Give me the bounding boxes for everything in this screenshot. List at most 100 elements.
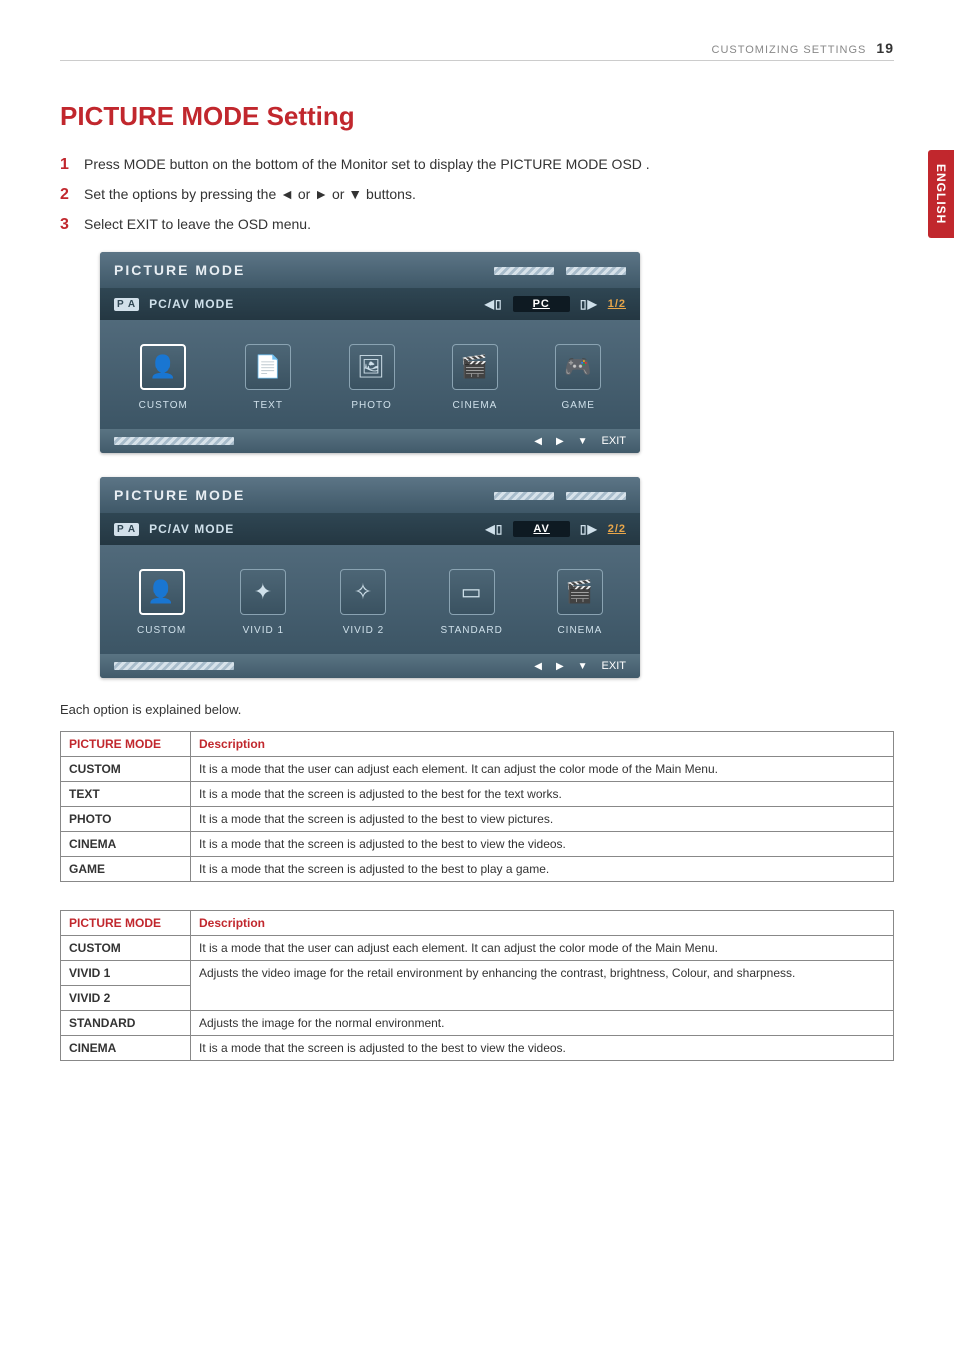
page-number: 19: [876, 40, 894, 56]
vivid2-icon: ✧: [340, 569, 386, 615]
osd-panel-pc: PICTURE MODE P A PC/AV MODE ◀▯ PC ▯▶ 1/2…: [100, 252, 640, 453]
osd-footer: ◀ ▶ ▼ EXIT: [100, 654, 640, 678]
standard-icon: ▭: [449, 569, 495, 615]
row-label: PC/AV MODE: [149, 522, 234, 536]
mode-value: AV: [513, 521, 569, 537]
desc-cell: It is a mode that the screen is adjusted…: [191, 782, 894, 807]
col-desc: Description: [191, 732, 894, 757]
mode-cell: VIVID 1: [61, 961, 191, 986]
arrow-right-icon[interactable]: ▯▶: [580, 522, 598, 536]
tile-label: VIVID 1: [243, 625, 284, 636]
game-icon: 🎮: [555, 344, 601, 390]
custom-icon: 👤: [139, 569, 185, 615]
table-row: STANDARDAdjusts the image for the normal…: [61, 1011, 894, 1036]
hatch-decor: [494, 492, 554, 500]
table-row: CINEMAIt is a mode that the screen is ad…: [61, 832, 894, 857]
tile-label: VIVID 2: [343, 625, 384, 636]
osd-selector-row: P A PC/AV MODE ◀▯ AV ▯▶ 2/2: [100, 513, 640, 545]
row-label: PC/AV MODE: [149, 297, 234, 311]
header-rule: [60, 60, 894, 61]
hatch-decor: [114, 662, 234, 670]
nav-left-icon[interactable]: ◀: [534, 661, 542, 672]
explanation-intro: Each option is explained below.: [60, 702, 894, 717]
mode-tile-vivid-1[interactable]: ✦VIVID 1: [240, 569, 286, 636]
tile-label: GAME: [562, 400, 595, 411]
osd-panel-av: PICTURE MODE P A PC/AV MODE ◀▯ AV ▯▶ 2/2…: [100, 477, 640, 678]
exit-button[interactable]: EXIT: [602, 435, 626, 447]
desc-cell: It is a mode that the screen is adjusted…: [191, 807, 894, 832]
mode-cell: CINEMA: [61, 832, 191, 857]
table-row: VIVID 1Adjusts the video image for the r…: [61, 961, 894, 986]
nav-left-icon[interactable]: ◀: [534, 436, 542, 447]
mode-tile-vivid-2[interactable]: ✧ VIVID 2: [340, 569, 386, 636]
table-row: CUSTOMIt is a mode that the user can adj…: [61, 757, 894, 782]
desc-cell: It is a mode that the user can adjust ea…: [191, 757, 894, 782]
mode-cell: PHOTO: [61, 807, 191, 832]
mode-tile-game[interactable]: 🎮 GAME: [555, 344, 601, 411]
hatch-decor: [566, 492, 626, 500]
nav-right-icon[interactable]: ▶: [556, 436, 564, 447]
osd-selector-row: P A PC/AV MODE ◀▯ PC ▯▶ 1/2: [100, 288, 640, 320]
arrow-left-icon[interactable]: ◀▯: [485, 297, 503, 311]
tile-label: STANDARD: [441, 625, 503, 636]
mode-cell: CINEMA: [61, 1036, 191, 1061]
nav-down-icon[interactable]: ▼: [578, 661, 588, 672]
osd-page-indicator: 2/2: [608, 523, 626, 535]
table-row: CUSTOMIt is a mode that the user can adj…: [61, 936, 894, 961]
osd-title: PICTURE MODE: [100, 477, 640, 513]
pc-mode-table: PICTURE MODE Description CUSTOMIt is a m…: [60, 731, 894, 882]
table-row: GAMEIt is a mode that the screen is adju…: [61, 857, 894, 882]
mode-cell: VIVID 2: [61, 986, 191, 1011]
osd-page-indicator: 1/2: [608, 298, 626, 310]
mode-cell: TEXT: [61, 782, 191, 807]
mode-tile-cinema[interactable]: 🎬 CINEMA: [452, 344, 498, 411]
desc-cell: It is a mode that the screen is adjusted…: [191, 857, 894, 882]
pa-badge: P A: [114, 523, 139, 536]
page-header: CUSTOMIZING SETTINGS 19: [60, 40, 894, 56]
col-mode: PICTURE MODE: [61, 732, 191, 757]
tile-label: CUSTOM: [137, 625, 186, 636]
page-title: PICTURE MODE Setting: [60, 101, 894, 132]
hatch-decor: [494, 267, 554, 275]
tile-label: TEXT: [253, 400, 283, 411]
tile-label: PHOTO: [351, 400, 391, 411]
arrow-left-icon[interactable]: ◀▯: [486, 522, 504, 536]
step-1: Press MODE button on the bottom of the M…: [60, 156, 894, 172]
pa-badge: P A: [114, 298, 139, 311]
mode-cell: GAME: [61, 857, 191, 882]
desc-cell: Adjusts the image for the normal environ…: [191, 1011, 894, 1036]
mode-tile-standard[interactable]: ▭ STANDARD: [441, 569, 503, 636]
mode-value: PC: [513, 296, 570, 312]
exit-button[interactable]: EXIT: [602, 660, 626, 672]
photo-icon: 🖼: [349, 344, 395, 390]
table-row: TEXTIt is a mode that the screen is adju…: [61, 782, 894, 807]
desc-cell: It is a mode that the screen is adjusted…: [191, 1036, 894, 1061]
mode-cell: CUSTOM: [61, 757, 191, 782]
language-tab: ENGLISH: [928, 150, 954, 238]
text-icon: 📄: [245, 344, 291, 390]
nav-right-icon[interactable]: ▶: [556, 661, 564, 672]
nav-down-icon[interactable]: ▼: [578, 436, 588, 447]
mode-tile-custom[interactable]: 👤 CUSTOM: [137, 569, 186, 636]
hatch-decor: [566, 267, 626, 275]
hatch-decor: [114, 437, 234, 445]
desc-cell: Adjusts the video image for the retail e…: [191, 961, 894, 1011]
table-row: PHOTOIt is a mode that the screen is adj…: [61, 807, 894, 832]
tile-label: CINEMA: [557, 625, 602, 636]
tile-label: CINEMA: [452, 400, 497, 411]
custom-icon: 👤: [140, 344, 186, 390]
cinema-icon: 🎬: [452, 344, 498, 390]
table-row: CINEMAIt is a mode that the screen is ad…: [61, 1036, 894, 1061]
section-label: CUSTOMIZING SETTINGS: [712, 44, 867, 56]
arrow-right-icon[interactable]: ▯▶: [580, 297, 598, 311]
mode-tile-text[interactable]: 📄 TEXT: [245, 344, 291, 411]
mode-tile-custom[interactable]: 👤 CUSTOM: [139, 344, 188, 411]
step-2: Set the options by pressing the ◄ or ► o…: [60, 186, 894, 202]
mode-cell: CUSTOM: [61, 936, 191, 961]
mode-tile-photo[interactable]: 🖼 PHOTO: [349, 344, 395, 411]
tile-label: CUSTOM: [139, 400, 188, 411]
osd-title: PICTURE MODE: [100, 252, 640, 288]
av-mode-table: PICTURE MODE Description CUSTOMIt is a m…: [60, 910, 894, 1061]
mode-tile-cinema[interactable]: 🎬CINEMA: [557, 569, 603, 636]
col-mode: PICTURE MODE: [61, 911, 191, 936]
